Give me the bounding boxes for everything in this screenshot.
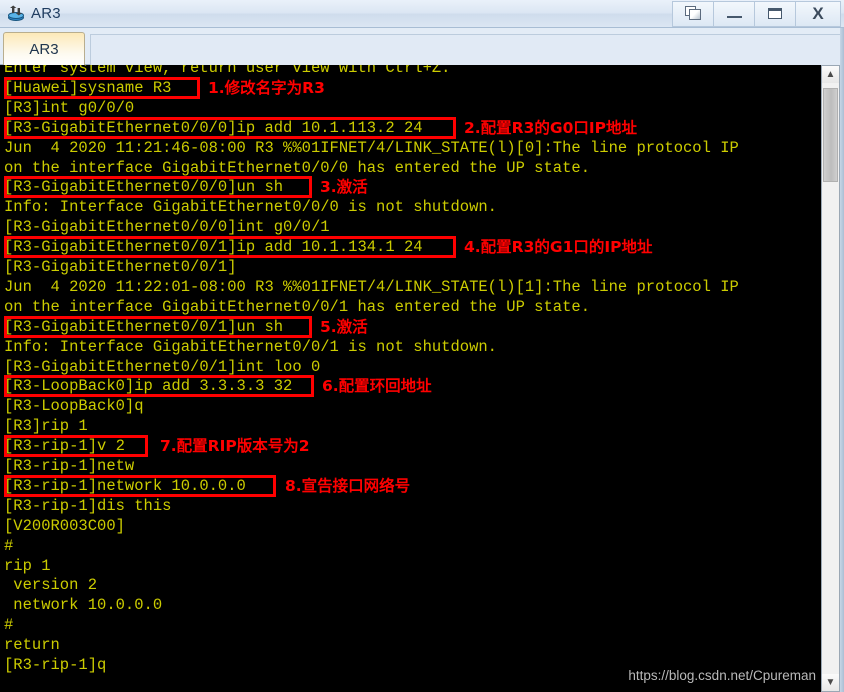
annotation-label: 5.激活 [320,317,368,336]
terminal-line: Enter system view, return user view with… [4,65,451,77]
terminal-output[interactable]: Enter system view, return user view with… [0,65,844,692]
terminal-line: [R3-rip-1]netw [4,457,135,475]
maximize-icon [768,8,782,19]
terminal-scrollbar[interactable]: ▲ ▼ [821,65,840,692]
terminal-line: [R3]rip 1 [4,417,88,436]
scroll-down-icon[interactable]: ▼ [822,674,839,691]
terminal-line: [R3-LoopBack0]ip add 3.3.3.3 32 [4,377,293,396]
terminal-line: [R3-rip-1]dis this [4,496,172,515]
maximize-button[interactable] [754,0,795,27]
terminal-line: [R3-GigabitEthernet0/0/1]un sh [4,317,284,336]
router-icon [7,5,25,23]
terminal-line: Jun 4 2020 11:22:01-08:00 R3 %%01IFNET/4… [4,277,739,296]
terminal-line: [R3]int g0/0/0 [4,98,135,117]
window-title: AR3 [31,5,61,22]
watermark: https://blog.csdn.net/Cpureman [628,668,816,683]
restore-icon [684,6,702,21]
terminal-line: # [4,536,14,555]
tab-ar3[interactable]: AR3 [3,32,85,65]
window-frame-right-edge [840,28,844,692]
terminal-line: [R3-GigabitEthernet0/0/1]int loo 0 [4,357,321,376]
scroll-up-icon[interactable]: ▲ [822,66,839,83]
terminal-line: # [4,616,14,635]
window-controls: X [672,0,841,27]
terminal-line: [R3-rip-1]v 2 [4,437,125,456]
terminal-line: [R3-GigabitEthernet0/0/1] [4,258,237,276]
terminal-line: on the interface GigabitEthernet0/0/0 ha… [4,158,590,177]
terminal-line: on the interface GigabitEthernet0/0/1 ha… [4,297,590,316]
tab-strip-empty-area [90,34,841,65]
title-bar: AR3 X [0,0,844,28]
minimize-button[interactable] [713,0,754,27]
annotation-label: 3.激活 [320,178,368,197]
terminal-line: return [4,636,60,655]
terminal-line: [R3-rip-1]network 10.0.0.0 [4,476,246,495]
terminal-line: rip 1 [4,556,51,575]
close-button[interactable]: X [795,0,841,27]
terminal-line: Info: Interface GigabitEthernet0/0/0 is … [4,198,497,217]
annotation-label: 7.配置RIP版本号为2 [160,437,310,456]
terminal-line: [R3-rip-1]q [4,656,107,674]
tab-strip: AR3 [0,28,844,65]
terminal-line: network 10.0.0.0 [4,596,163,615]
annotation-label: 1.修改名字为R3 [208,78,325,97]
minimize-icon [726,16,742,18]
ar3-console-window: AR3 X AR3 Enter system view, return user… [0,0,844,692]
terminal-line: Jun 4 2020 11:21:46-08:00 R3 %%01IFNET/4… [4,138,739,157]
title-bar-left: AR3 [0,5,672,23]
terminal-line: [R3-GigabitEthernet0/0/0]un sh [4,178,284,197]
terminal-text-area: Enter system view, return user view with… [0,65,812,692]
terminal-line: [R3-LoopBack0]q [4,397,144,416]
restore-button[interactable] [672,0,713,27]
terminal-line: Info: Interface GigabitEthernet0/0/1 is … [4,337,497,356]
terminal-line: [R3-GigabitEthernet0/0/0]ip add 10.1.113… [4,118,423,137]
annotation-label: 8.宣告接口网络号 [285,476,411,495]
terminal-line: [R3-GigabitEthernet0/0/1]ip add 10.1.134… [4,238,423,257]
annotation-label: 2.配置R3的G0口IP地址 [464,118,638,137]
terminal-line: version 2 [4,576,98,595]
terminal-line: [R3-GigabitEthernet0/0/0]int g0/0/1 [4,218,330,237]
scrollbar-thumb[interactable] [823,88,838,182]
annotation-label: 6.配置环回地址 [322,377,432,396]
terminal-line: [Huawei]sysname R3 [4,78,172,97]
annotation-label: 4.配置R3的G1口的IP地址 [464,238,653,257]
terminal-line: [V200R003C00] [4,516,125,535]
